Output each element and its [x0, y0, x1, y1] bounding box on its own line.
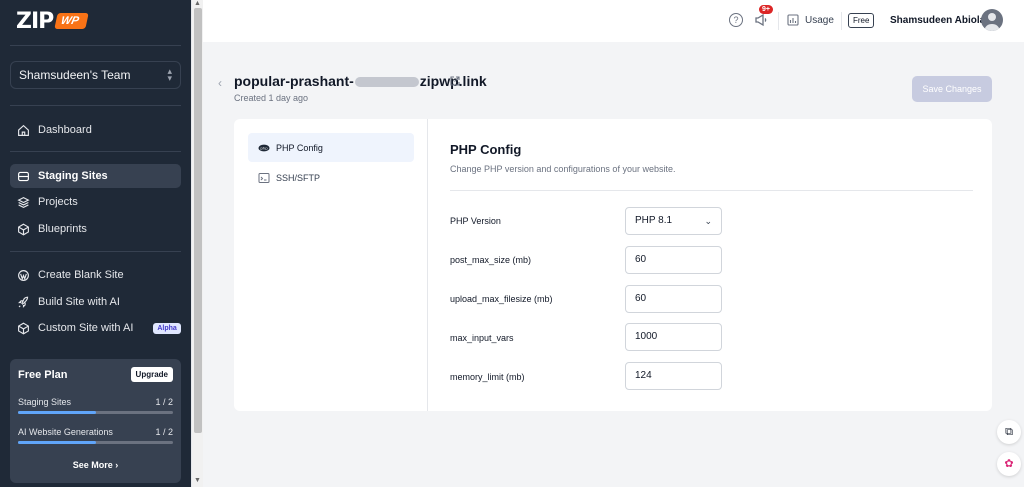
divider [778, 12, 779, 30]
divider [10, 105, 181, 106]
max-input-vars-input[interactable]: 1000 [625, 323, 722, 351]
divider [841, 12, 842, 30]
chevron-up-down-icon: ▴ ▾ [167, 66, 172, 83]
logo-text: ZIP [16, 8, 54, 34]
site-name-prefix: popular-prashant- [234, 73, 354, 89]
sidebar: ZIP WP Shamsudeen's Team ▴ ▾ Dashboard St… [0, 0, 191, 487]
plan-badge: Free [848, 13, 875, 28]
php-icon: php [258, 144, 270, 151]
external-link-icon[interactable] [449, 75, 461, 87]
team-switcher[interactable]: Shamsudeen's Team ▴ ▾ [10, 61, 181, 89]
staging-usage-label: Staging Sites [18, 397, 72, 407]
scroll-up-icon[interactable]: ▲ [194, 0, 201, 7]
php-version-value: PHP 8.1 [635, 215, 673, 226]
max-input-vars-label: max_input_vars [450, 333, 514, 343]
translate-icon[interactable]: ⧉ [997, 420, 1021, 444]
top-bar: ? 9+ Usage Free Shamsudeen Abiola [203, 0, 1024, 42]
sidebar-item-label: Create Blank Site [38, 269, 124, 281]
memory-limit-input[interactable]: 124 [625, 362, 722, 390]
sidebar-item-custom-site-ai[interactable]: Custom Site with AI Alpha [10, 316, 181, 340]
sidebar-item-label: Custom Site with AI [38, 322, 134, 334]
rocket-icon [16, 295, 30, 309]
chevron-down-icon: ⌄ [704, 216, 712, 226]
terminal-icon [258, 172, 270, 183]
upload-max-filesize-input[interactable]: 60 [625, 285, 722, 313]
sidebar-item-projects[interactable]: Projects [10, 190, 181, 214]
post-max-size-label: post_max_size (mb) [450, 255, 532, 265]
staging-usage-fill [18, 411, 96, 414]
sidebar-item-dashboard[interactable]: Dashboard [10, 118, 181, 142]
sidebar-item-build-site-ai[interactable]: Build Site with AI [10, 290, 181, 314]
cube-icon [16, 222, 30, 236]
menu-item-ssh-sftp[interactable]: SSH/SFTP [248, 163, 414, 192]
scroll-down-icon[interactable]: ▼ [194, 477, 201, 484]
back-chevron-icon[interactable]: ‹ [218, 76, 222, 90]
sidebar-item-label: Build Site with AI [38, 296, 120, 308]
staging-usage-bar [18, 411, 173, 414]
logo-badge: WP [54, 13, 89, 29]
user-name[interactable]: Shamsudeen Abiola [890, 15, 985, 26]
sidebar-item-staging-sites[interactable]: Staging Sites [10, 164, 181, 188]
alpha-badge: Alpha [153, 322, 181, 334]
menu-item-label: SSH/SFTP [276, 172, 321, 183]
sidebar-item-label: Staging Sites [38, 170, 108, 182]
help-icon[interactable]: ? [729, 13, 743, 27]
upgrade-button[interactable]: Upgrade [130, 367, 173, 382]
sidebar-item-blueprints[interactable]: Blueprints [10, 217, 181, 241]
layers-icon [16, 169, 30, 183]
scrollbar-thumb[interactable] [194, 8, 202, 433]
ai-usage-fill [18, 441, 96, 444]
ai-usage-bar [18, 441, 173, 444]
upload-max-filesize-label: upload_max_filesize (mb) [450, 294, 553, 304]
team-name: Shamsudeen's Team [19, 68, 131, 82]
announcement-icon[interactable] [753, 12, 769, 28]
notification-badge: 9+ [759, 5, 773, 14]
section-subtitle: Change PHP version and configurations of… [450, 164, 676, 174]
wordpress-icon [16, 268, 30, 282]
sidebar-scrollbar[interactable]: ▲ ▼ [191, 0, 203, 487]
created-time: Created 1 day ago [234, 93, 309, 103]
ai-usage-count: 1 / 2 [155, 427, 173, 437]
svg-text:php: php [260, 145, 268, 150]
zipwp-logo[interactable]: ZIP WP [16, 8, 89, 34]
php-version-label: PHP Version [450, 216, 501, 226]
sidebar-item-create-blank-site[interactable]: Create Blank Site [10, 263, 181, 287]
usage-link[interactable]: Usage [805, 15, 834, 26]
post-max-size-input[interactable]: 60 [625, 246, 722, 274]
home-icon [16, 123, 30, 137]
sidebar-item-label: Blueprints [38, 223, 87, 235]
php-version-select[interactable]: PHP 8.1 ⌄ [625, 207, 722, 235]
plan-title: Free Plan [18, 368, 68, 381]
ai-usage-label: AI Website Generations [18, 427, 113, 437]
chevron-right-icon: › [115, 460, 119, 470]
sidebar-item-label: Projects [38, 196, 78, 208]
divider [10, 251, 181, 252]
section-title: PHP Config [450, 142, 522, 157]
avatar[interactable] [981, 9, 1003, 31]
redacted-text [354, 77, 419, 88]
divider [450, 190, 973, 191]
brain-icon[interactable]: ✿ [997, 452, 1021, 476]
divider [10, 45, 181, 46]
sparkle-cube-icon [16, 321, 30, 335]
menu-item-label: PHP Config [276, 142, 323, 153]
see-more-label: See More [72, 460, 113, 470]
stack-icon [16, 195, 30, 209]
staging-usage-count: 1 / 2 [155, 397, 173, 407]
usage-chart-icon[interactable] [787, 14, 799, 26]
memory-limit-label: memory_limit (mb) [450, 372, 525, 382]
sidebar-item-label: Dashboard [38, 124, 92, 136]
settings-card: php PHP Config SSH/SFTP PHP Config Chang… [234, 119, 992, 411]
see-more-link[interactable]: See More › [18, 460, 173, 470]
plan-card: Free Plan Upgrade Staging Sites 1 / 2 AI… [10, 359, 181, 483]
menu-item-php-config[interactable]: php PHP Config [248, 133, 414, 162]
save-changes-button[interactable]: Save Changes [912, 76, 992, 102]
divider [10, 151, 181, 152]
divider [427, 119, 428, 411]
